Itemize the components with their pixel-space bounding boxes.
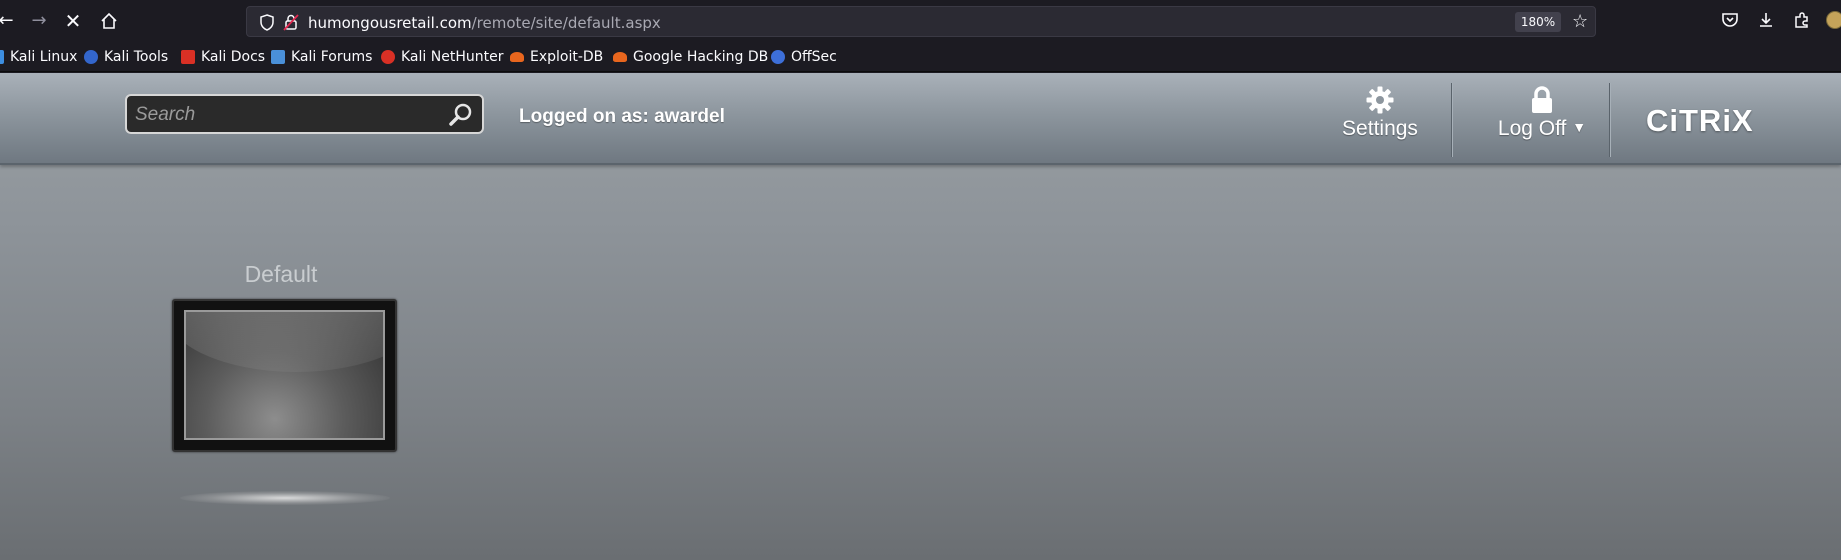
lock-icon bbox=[1472, 85, 1612, 117]
logged-on-user: Logged on as: awardel bbox=[519, 106, 725, 127]
tracking-shield-icon[interactable] bbox=[259, 14, 275, 35]
logoff-label: Log Off bbox=[1497, 117, 1567, 140]
kali-tools-icon bbox=[84, 50, 98, 64]
browser-toolbar: ← → ✕ humongousretail.com/remote/site/de… bbox=[0, 0, 1841, 42]
insecure-lock-icon[interactable] bbox=[283, 14, 299, 35]
pocket-icon[interactable] bbox=[1718, 8, 1742, 32]
bookmark-kali-tools[interactable]: Kali Tools bbox=[84, 48, 168, 66]
gear-icon bbox=[1340, 85, 1420, 117]
app-title[interactable]: Default bbox=[172, 261, 390, 288]
search-icon[interactable] bbox=[448, 102, 474, 128]
bookmarks-toolbar: Kali Linux Kali Tools Kali Docs Kali For… bbox=[0, 42, 1841, 72]
bookmark-google-hacking-db[interactable]: Google Hacking DB bbox=[613, 48, 768, 66]
kali-nethunter-icon bbox=[381, 50, 395, 64]
app-reflection bbox=[180, 491, 390, 505]
kali-docs-icon bbox=[181, 50, 195, 64]
ghdb-icon bbox=[613, 52, 627, 62]
monitor-screen bbox=[184, 310, 385, 440]
bookmark-label: Kali Forums bbox=[291, 49, 373, 65]
address-bar[interactable]: humongousretail.com/remote/site/default.… bbox=[246, 6, 1596, 37]
home-icon[interactable] bbox=[97, 9, 121, 33]
back-arrow-icon[interactable]: ← bbox=[0, 9, 18, 33]
bookmark-exploit-db[interactable]: Exploit-DB bbox=[510, 48, 603, 66]
zoom-level-badge[interactable]: 180% bbox=[1515, 12, 1561, 32]
exploit-db-icon bbox=[510, 52, 524, 62]
offsec-icon bbox=[771, 50, 785, 64]
logoff-label-row: Log Off ▼ bbox=[1472, 117, 1612, 141]
citrix-logo: CiTRiX bbox=[1646, 103, 1754, 138]
bookmark-label: Kali Docs bbox=[201, 49, 266, 65]
bookmark-label: Kali NetHunter bbox=[401, 49, 504, 65]
settings-button[interactable]: Settings bbox=[1340, 85, 1420, 141]
forward-arrow-icon[interactable]: → bbox=[27, 9, 51, 33]
search-box[interactable] bbox=[125, 94, 484, 134]
header-divider bbox=[1609, 83, 1610, 157]
bookmark-label: Kali Tools bbox=[104, 49, 169, 65]
url-text[interactable]: humongousretail.com/remote/site/default.… bbox=[308, 14, 661, 32]
url-path: /remote/site/default.aspx bbox=[471, 14, 661, 32]
bookmark-kali-docs[interactable]: Kali Docs bbox=[181, 48, 265, 66]
bookmark-kali-nethunter[interactable]: Kali NetHunter bbox=[381, 48, 503, 66]
logoff-button[interactable]: Log Off ▼ bbox=[1472, 85, 1612, 141]
download-icon[interactable] bbox=[1754, 8, 1778, 32]
extensions-icon[interactable] bbox=[1790, 8, 1814, 32]
url-host: humongousretail.com bbox=[308, 14, 472, 32]
kali-dragon-icon bbox=[0, 50, 4, 64]
stop-loading-icon[interactable]: ✕ bbox=[61, 9, 85, 33]
bookmark-label: Google Hacking DB bbox=[633, 49, 769, 65]
citrix-page: Logged on as: awardel bbox=[0, 73, 1841, 560]
bookmark-kali-forums[interactable]: Kali Forums bbox=[271, 48, 372, 66]
settings-label: Settings bbox=[1342, 117, 1418, 140]
header-divider bbox=[1451, 83, 1452, 157]
citrix-header: Logged on as: awardel bbox=[0, 73, 1841, 165]
bookmark-offsec[interactable]: OffSec bbox=[771, 48, 837, 66]
caret-down-icon: ▼ bbox=[1572, 119, 1587, 135]
desktop-app-icon[interactable] bbox=[172, 299, 397, 452]
bookmark-label: Kali Linux bbox=[10, 49, 78, 65]
bookmark-label: Exploit-DB bbox=[530, 49, 604, 65]
bookmark-label: OffSec bbox=[791, 49, 837, 65]
profile-avatar-icon[interactable] bbox=[1826, 8, 1841, 32]
bookmark-star-icon[interactable]: ☆ bbox=[1572, 11, 1588, 32]
search-input[interactable] bbox=[135, 102, 435, 128]
kali-forums-icon bbox=[271, 50, 285, 64]
screen-gloss bbox=[186, 312, 383, 372]
bookmark-kali-linux[interactable]: Kali Linux bbox=[0, 48, 77, 66]
